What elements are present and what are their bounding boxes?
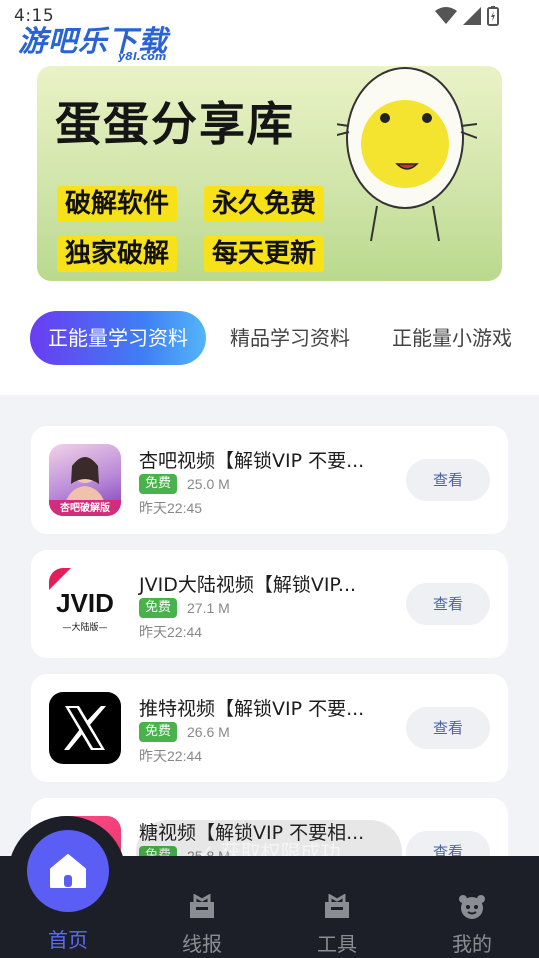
nav-label-home[interactable]: 首页 [28,924,108,953]
view-button[interactable]: 查看 [406,459,490,501]
watermark-domain: y8l.com [118,50,167,63]
signal-icon [463,7,481,25]
x-logo-icon [64,706,106,750]
app-card[interactable]: 杏吧破解版 杏吧视频【解锁VIP 不要... 免费 25.0 M 昨天22:45… [31,426,508,534]
app-size: 26.6 M [187,724,230,740]
app-date: 昨天22:45 [139,500,203,516]
egg-mascot-icon [337,67,477,242]
promo-banner[interactable]: 蛋蛋分享库 破解软件 永久免费 独家破解 每天更新 [37,66,502,281]
app-date: 昨天22:44 [139,624,203,640]
nav-label: 工具 [317,932,357,956]
app-size: 27.1 M [187,600,230,616]
x-app-icon [49,692,121,764]
app-meta: 免费 27.1 M [139,598,230,618]
app-date: 昨天22:44 [139,748,203,764]
free-badge: 免费 [139,474,178,494]
icon-caption: JVID [56,588,114,618]
xingba-app-icon: 杏吧破解版 [49,444,121,516]
status-icons [435,6,499,26]
tab-positive-study[interactable]: 正能量学习资料 [30,311,206,365]
app-title: 推特视频【解锁VIP 不要... [139,698,365,720]
nav-item-home[interactable] [27,830,109,912]
icon-caption: 杏吧破解版 [60,503,110,514]
app-meta: 免费 26.6 M [139,722,230,742]
tab-premium-study[interactable]: 精品学习资料 [230,311,350,365]
view-button[interactable]: 查看 [406,707,490,749]
app-meta: 免费 25.0 M [139,474,230,494]
nav-item-news[interactable]: 线报 [162,893,242,957]
app-size: 25.0 M [187,476,230,492]
tab-mini-games[interactable]: 正能量小游戏 [392,311,512,365]
home-icon [50,854,86,888]
jvid-app-icon: JVID —大陆版— [49,568,121,640]
banner-tag: 每天更新 [204,236,325,272]
nav-item-tools[interactable]: 工具 [297,893,377,957]
nav-label: 我的 [452,932,492,956]
app-title: 杏吧视频【解锁VIP 不要... [139,450,365,472]
toolbox-icon [325,893,349,918]
free-badge: 免费 [139,598,178,618]
battery-icon [487,6,499,26]
app-card[interactable]: 推特视频【解锁VIP 不要... 免费 26.6 M 昨天22:44 查看 [31,674,508,782]
briefcase-icon [190,893,214,918]
banner-tag: 永久免费 [204,186,325,222]
nav-label: 线报 [182,932,222,956]
app-card[interactable]: JVID —大陆版— JVID大陆视频【解锁VIP... 免费 27.1 M 昨… [31,550,508,658]
profile-icon [459,895,485,919]
wifi-icon [435,7,457,24]
icon-subcaption: —大陆版— [62,623,108,633]
free-badge: 免费 [139,722,178,742]
nav-item-profile[interactable]: 我的 [432,894,512,957]
banner-title: 蛋蛋分享库 [55,97,295,151]
app-title: JVID大陆视频【解锁VIP... [139,574,357,596]
banner-tag: 独家破解 [57,236,178,272]
watermark-logo: 游吧乐下载 y8l.com [18,18,168,63]
view-button[interactable]: 查看 [406,583,490,625]
category-tabs: 正能量学习资料 精品学习资料 正能量小游戏 [30,311,539,365]
banner-tag: 破解软件 [57,186,178,222]
